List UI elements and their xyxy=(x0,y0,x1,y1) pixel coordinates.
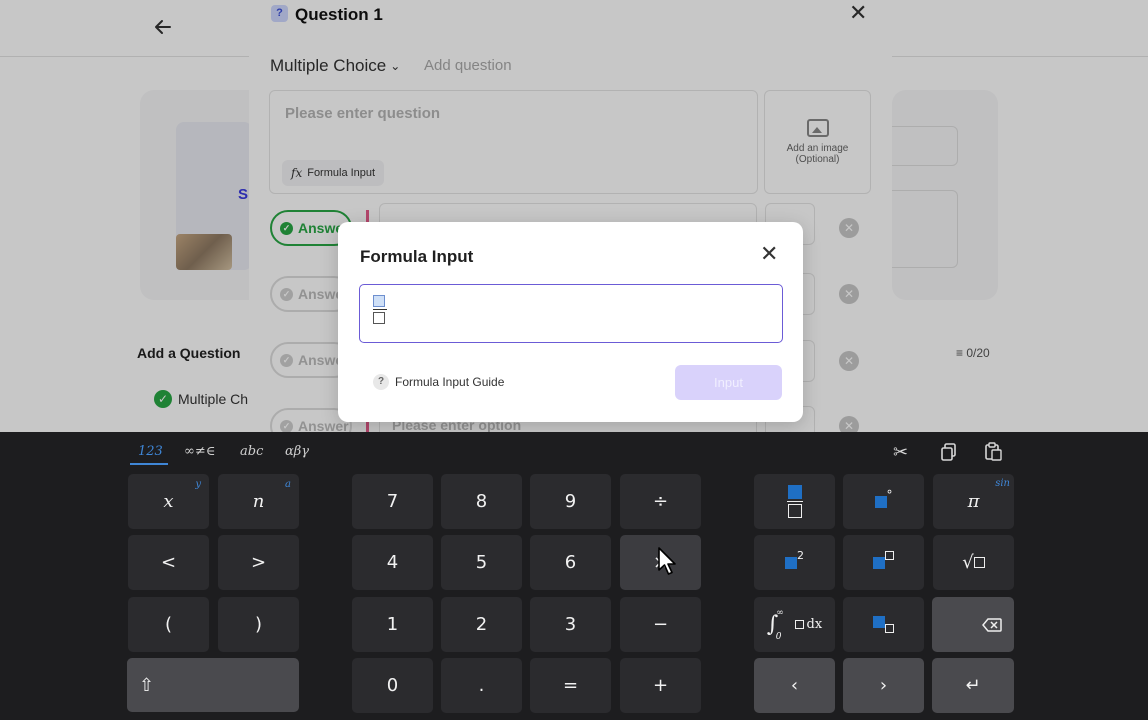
key-3[interactable]: 3 xyxy=(530,597,611,652)
formula-editor-field[interactable] xyxy=(359,284,783,343)
key-subscript[interactable] xyxy=(843,597,924,652)
chevron-right-icon: › xyxy=(879,675,888,696)
key-4[interactable]: 4 xyxy=(352,535,433,590)
key-left-paren[interactable]: ( xyxy=(128,597,209,652)
degree-base-icon xyxy=(874,495,887,508)
backspace-key[interactable] xyxy=(932,597,1014,652)
cursor-left-key[interactable]: ‹ xyxy=(754,658,835,713)
key-fraction[interactable] xyxy=(754,474,835,529)
formula-input-dialog: Formula Input ✕ ? Formula Input Guide In… xyxy=(338,222,803,422)
subscript-slot-icon xyxy=(885,624,894,633)
key-5[interactable]: 5 xyxy=(441,535,522,590)
numerator-slot[interactable] xyxy=(373,295,385,307)
fraction-numerator-icon xyxy=(787,485,802,499)
help-icon: ? xyxy=(373,374,389,390)
key-x-label: x xyxy=(163,491,174,512)
math-keyboard: 123 ∞≠∈ abc αβγ ✂ xy na < > ( ) ⇧ 7 8 9 … xyxy=(0,432,1148,720)
input-button[interactable]: Input xyxy=(675,365,782,400)
close-icon[interactable]: ✕ xyxy=(760,242,778,266)
cut-icon[interactable]: ✂ xyxy=(893,442,908,463)
power-exponent-icon xyxy=(885,551,894,560)
key-equals[interactable]: = xyxy=(530,658,611,713)
key-n[interactable]: na xyxy=(218,474,299,529)
key-n-alt: a xyxy=(285,479,291,490)
fraction-placeholder[interactable] xyxy=(373,295,387,324)
key-n-label: n xyxy=(252,491,265,512)
paste-icon[interactable] xyxy=(983,442,1003,467)
key-minus[interactable]: − xyxy=(620,597,701,652)
copy-icon[interactable] xyxy=(939,442,959,467)
key-pi-label: π xyxy=(967,491,980,512)
tab-symbols[interactable]: ∞≠∈ xyxy=(184,444,215,459)
key-sqrt[interactable]: √ xyxy=(933,535,1014,590)
tab-numbers[interactable]: 123 xyxy=(138,444,163,459)
power-base-icon xyxy=(873,556,885,569)
sqrt-icon: √ xyxy=(962,552,974,573)
integral-slot-icon xyxy=(794,620,804,629)
tab-letters[interactable]: abc xyxy=(240,444,263,459)
key-divide[interactable]: ÷ xyxy=(620,474,701,529)
key-integral[interactable]: ∫ ∞ 0 dx xyxy=(754,597,835,652)
shift-key[interactable]: ⇧ xyxy=(127,658,299,712)
key-plus[interactable]: + xyxy=(620,658,701,713)
key-7[interactable]: 7 xyxy=(352,474,433,529)
fraction-bar-icon xyxy=(786,501,803,502)
key-degree[interactable]: ° xyxy=(843,474,924,529)
key-less-than[interactable]: < xyxy=(128,535,209,590)
key-power[interactable] xyxy=(843,535,924,590)
key-right-paren[interactable]: ) xyxy=(218,597,299,652)
key-1[interactable]: 1 xyxy=(352,597,433,652)
integral-lower-limit: 0 xyxy=(775,631,782,642)
fraction-bar xyxy=(373,309,387,310)
dialog-title: Formula Input xyxy=(360,247,474,266)
key-8[interactable]: 8 xyxy=(441,474,522,529)
formula-guide-label: Formula Input Guide xyxy=(395,375,505,389)
formula-guide-link[interactable]: ? Formula Input Guide xyxy=(373,374,504,390)
cursor-right-key[interactable]: › xyxy=(843,658,924,713)
key-pi[interactable]: π sin xyxy=(933,474,1014,529)
square-exponent: 2 xyxy=(797,549,804,562)
key-x[interactable]: xy xyxy=(128,474,209,529)
backspace-icon xyxy=(982,617,1002,632)
enter-key[interactable]: ↵ xyxy=(932,658,1014,713)
square-base-icon xyxy=(785,556,797,569)
mouse-pointer-icon xyxy=(658,547,676,575)
key-pi-alt: sin xyxy=(995,478,1010,489)
chevron-left-icon: ‹ xyxy=(790,675,799,696)
key-9[interactable]: 9 xyxy=(530,474,611,529)
subscript-base-icon xyxy=(873,615,885,628)
sqrt-slot-icon xyxy=(973,557,985,568)
key-square[interactable]: 2 xyxy=(754,535,835,590)
enter-icon: ↵ xyxy=(965,675,981,696)
active-tab-indicator xyxy=(130,463,168,465)
key-decimal[interactable]: . xyxy=(441,658,522,713)
integral-dx: dx xyxy=(806,617,823,632)
denominator-slot[interactable] xyxy=(373,312,385,324)
degree-symbol: ° xyxy=(886,487,893,502)
key-2[interactable]: 2 xyxy=(441,597,522,652)
key-x-alt: y xyxy=(195,479,201,490)
key-0[interactable]: 0 xyxy=(352,658,433,713)
fraction-denominator-icon xyxy=(787,504,802,518)
key-6[interactable]: 6 xyxy=(530,535,611,590)
integral-upper-limit: ∞ xyxy=(776,607,784,618)
shift-icon: ⇧ xyxy=(139,674,155,696)
tab-greek[interactable]: αβγ xyxy=(285,444,309,459)
key-greater-than[interactable]: > xyxy=(218,535,299,590)
